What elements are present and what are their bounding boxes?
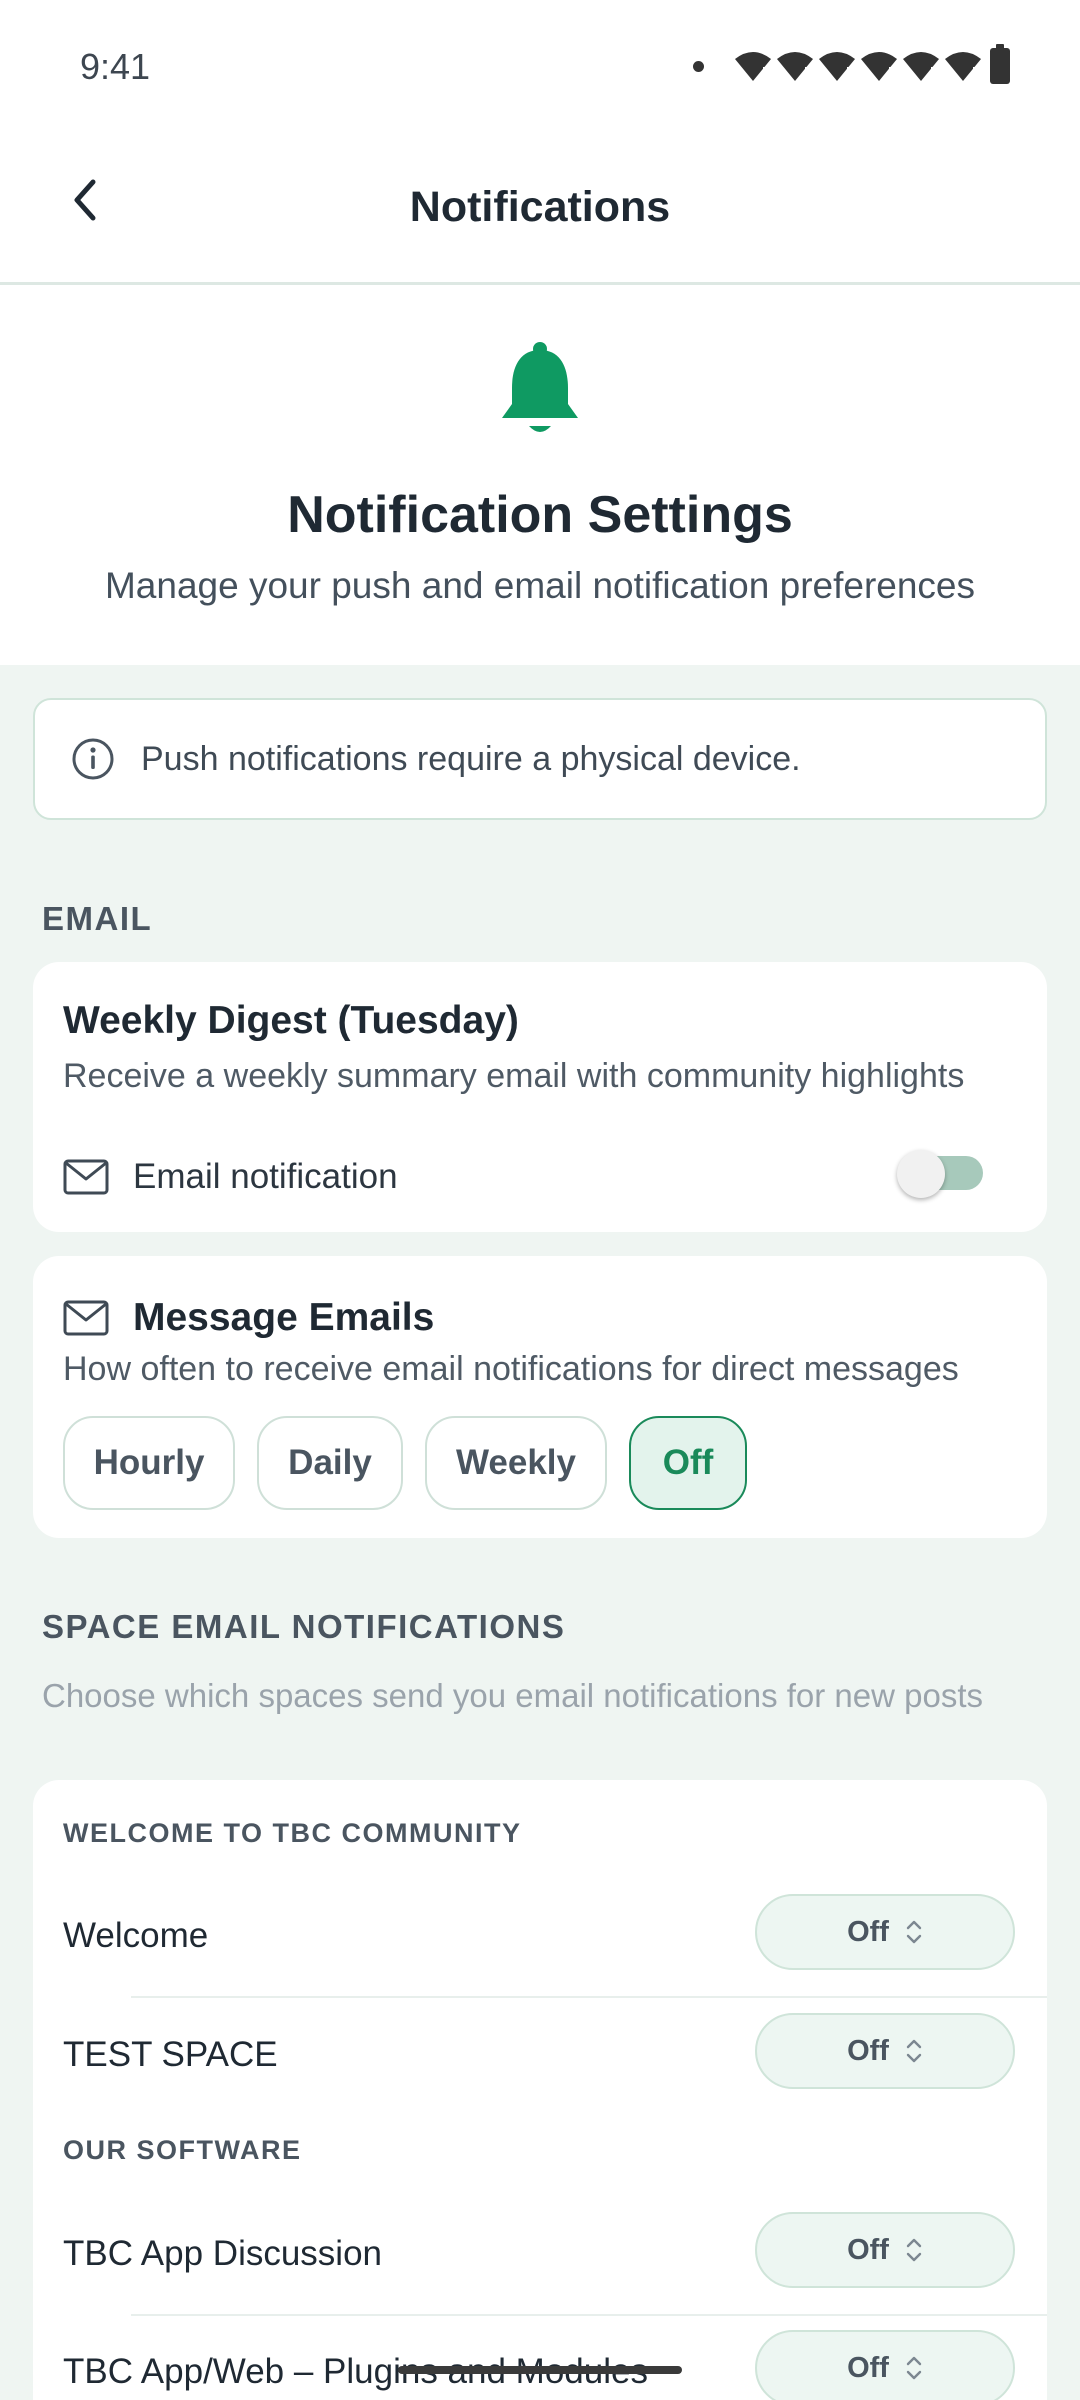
space-section-description: Choose which spaces send you email notif… <box>42 1677 983 1714</box>
chevron-up-down-icon <box>906 2356 922 2380</box>
status-icons <box>693 44 1010 86</box>
toggle-thumb <box>897 1150 945 1198</box>
space-select-value: Off <box>847 2351 889 2384</box>
message-emails-card: Message Emails How often to receive emai… <box>33 1256 1047 1538</box>
space-row-welcome: Welcome Off <box>33 1880 1047 1998</box>
wifi-alert-icon <box>776 49 814 83</box>
frequency-hourly-button[interactable]: Hourly <box>63 1416 235 1510</box>
space-group-label: WELCOME TO TBC COMMUNITY <box>63 1818 522 1848</box>
chevron-up-down-icon <box>906 2238 922 2262</box>
email-notification-toggle[interactable] <box>897 1144 987 1200</box>
wifi-alert-icon <box>818 49 856 83</box>
spaces-card: WELCOME TO TBC COMMUNITY Welcome Off TES… <box>33 1780 1047 2400</box>
info-banner: Push notifications require a physical de… <box>33 698 1047 820</box>
space-select-value: Off <box>847 1915 889 1948</box>
status-bar: 9:41 <box>0 0 1080 135</box>
battery-icon <box>990 44 1010 84</box>
weekly-digest-card: Weekly Digest (Tuesday) Receive a weekly… <box>33 962 1047 1232</box>
home-indicator[interactable] <box>398 2366 682 2374</box>
space-name: TEST SPACE <box>63 2035 278 2074</box>
space-section-label: SPACE EMAIL NOTIFICATIONS <box>42 1608 566 1645</box>
bell-icon <box>502 342 578 432</box>
message-emails-header: Message Emails <box>63 1296 434 1340</box>
space-frequency-select[interactable]: Off <box>755 1894 1015 1970</box>
message-emails-description: How often to receive email notifications… <box>63 1350 959 1388</box>
wifi-alert-icon <box>860 49 898 83</box>
space-row-tbc-app-discussion: TBC App Discussion Off <box>33 2198 1047 2316</box>
space-row-test-space: TEST SPACE Off <box>33 1999 1047 2117</box>
space-group-label: OUR SOFTWARE <box>63 2135 302 2165</box>
wifi-alert-icon <box>734 49 772 83</box>
space-row-tbc-plugins: TBC App/Web – Plugins and Modules Off <box>33 2316 1047 2400</box>
chevron-up-down-icon <box>906 2039 922 2063</box>
app-header: Notifications <box>0 135 1080 285</box>
email-notification-row: Email notification <box>63 1157 398 1197</box>
space-frequency-select[interactable]: Off <box>755 2330 1015 2400</box>
space-frequency-select[interactable]: Off <box>755 2212 1015 2288</box>
frequency-off-button[interactable]: Off <box>629 1416 747 1510</box>
mail-icon <box>63 1159 109 1195</box>
space-frequency-select[interactable]: Off <box>755 2013 1015 2089</box>
space-select-value: Off <box>847 2233 889 2266</box>
weekly-digest-description: Receive a weekly summary email with comm… <box>63 1057 965 1095</box>
settings-title: Notification Settings <box>287 486 793 544</box>
wifi-alert-icon <box>902 49 940 83</box>
email-notification-label: Email notification <box>133 1157 398 1196</box>
row-divider <box>131 1996 1047 1998</box>
mail-icon <box>63 1300 109 1336</box>
space-name: Welcome <box>63 1916 209 1955</box>
email-section-label: EMAIL <box>42 900 153 937</box>
notification-dot-icon <box>693 60 704 72</box>
status-time: 9:41 <box>80 46 151 87</box>
page-title: Notifications <box>409 183 671 231</box>
message-emails-title: Message Emails <box>133 1296 435 1339</box>
space-name: TBC App Discussion <box>63 2234 383 2273</box>
info-text: Push notifications require a physical de… <box>141 739 801 778</box>
frequency-weekly-button[interactable]: Weekly <box>425 1416 607 1510</box>
space-select-value: Off <box>847 2034 889 2067</box>
info-icon <box>72 738 114 780</box>
settings-subtitle: Manage your push and email notification … <box>104 565 976 606</box>
chevron-up-down-icon <box>906 1920 922 1944</box>
frequency-daily-button[interactable]: Daily <box>257 1416 403 1510</box>
frequency-selector: Hourly Daily Weekly Off <box>63 1416 747 1510</box>
wifi-alert-icon <box>944 49 982 83</box>
weekly-digest-title: Weekly Digest (Tuesday) <box>63 999 519 1042</box>
